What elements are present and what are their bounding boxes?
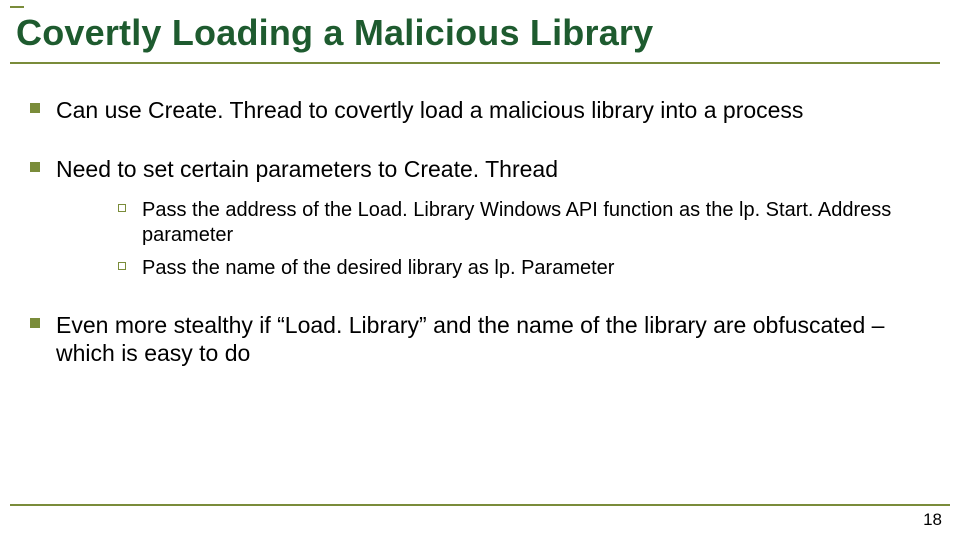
- title-wrap: Covertly Loading a Malicious Library: [10, 12, 940, 54]
- bullet-text: Need to set certain parameters to Create…: [56, 156, 558, 182]
- bullet-text: Even more stealthy if “Load. Library” an…: [56, 312, 884, 367]
- bullet-text: Can use Create. Thread to covertly load …: [56, 97, 803, 123]
- bullet-level2: Pass the name of the desired library as …: [56, 256, 930, 281]
- bullet-level1: Even more stealthy if “Load. Library” an…: [30, 311, 930, 369]
- bullet-text: Pass the name of the desired library as …: [142, 257, 614, 279]
- open-square-bullet-icon: [118, 262, 126, 270]
- slide: Covertly Loading a Malicious Library Can…: [0, 0, 960, 540]
- bullet-level2: Pass the address of the Load. Library Wi…: [56, 198, 930, 248]
- bullet-text: Pass the address of the Load. Library Wi…: [142, 199, 891, 246]
- square-bullet-icon: [30, 318, 40, 328]
- page-number: 18: [923, 510, 942, 530]
- square-bullet-icon: [30, 103, 40, 113]
- bullet-level1: Need to set certain parameters to Create…: [30, 155, 930, 281]
- bullet-level1: Can use Create. Thread to covertly load …: [30, 96, 930, 125]
- square-bullet-icon: [30, 162, 40, 172]
- slide-body: Can use Create. Thread to covertly load …: [30, 96, 930, 398]
- slide-title: Covertly Loading a Malicious Library: [10, 12, 940, 54]
- sub-bullet-group: Pass the address of the Load. Library Wi…: [56, 198, 930, 281]
- footer-rule: [10, 504, 950, 506]
- open-square-bullet-icon: [118, 204, 126, 212]
